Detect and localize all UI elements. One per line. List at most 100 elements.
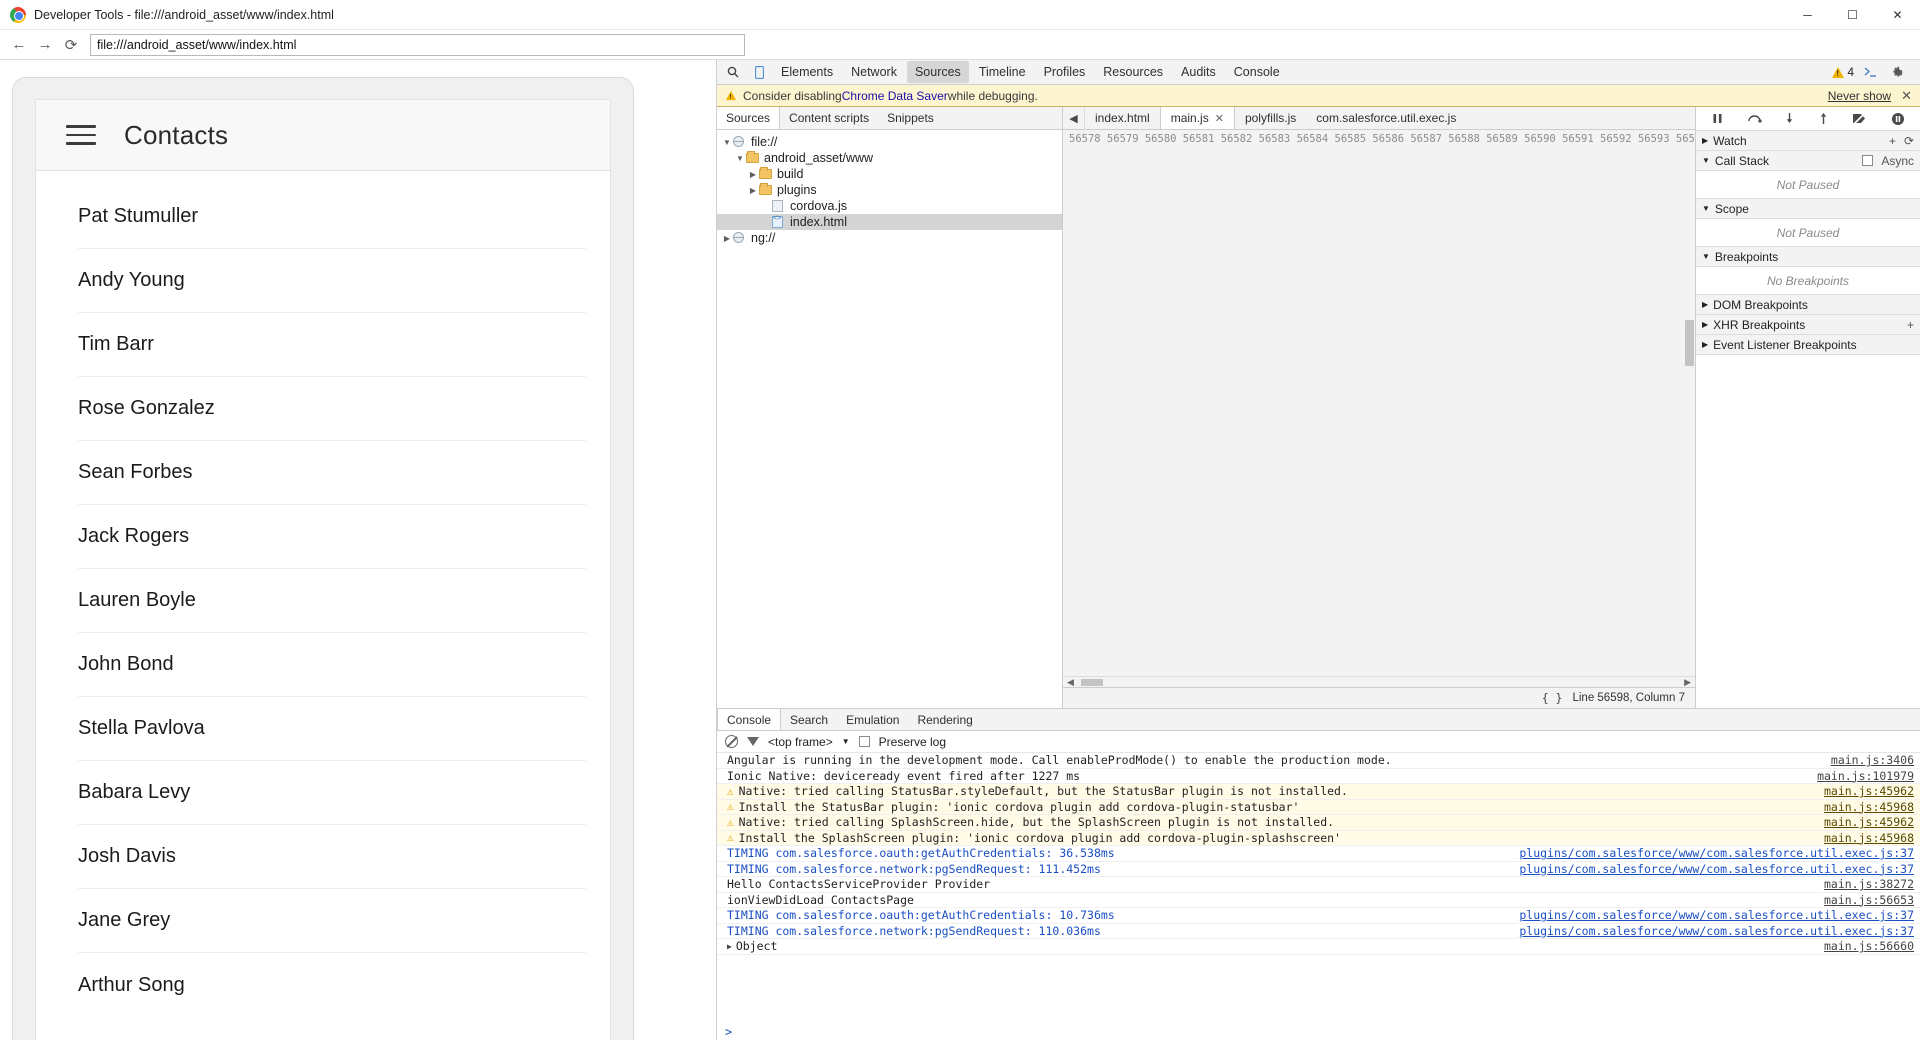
editor-vertical-scrollbar[interactable]	[1685, 320, 1694, 366]
console-message-row[interactable]: TIMING com.salesforce.network:pgSendRequ…	[717, 924, 1920, 939]
dom-breakpoints-section-header[interactable]: ▶ DOM Breakpoints	[1696, 295, 1920, 315]
contact-list-item[interactable]: Andy Young	[78, 249, 586, 313]
minimize-button[interactable]: ─	[1785, 0, 1830, 30]
add-watch-icon[interactable]: +	[1889, 134, 1896, 148]
console-message-row[interactable]: Hello ContactsServiceProvider Provider ma…	[717, 877, 1920, 893]
editor-tab-index-html[interactable]: index.html	[1085, 107, 1160, 129]
tab-sources[interactable]: Sources	[906, 61, 969, 83]
tree-expand-arrow-icon[interactable]: ▶	[747, 170, 759, 179]
drawer-tab-rendering[interactable]: Rendering	[908, 709, 981, 730]
file-tree-item[interactable]: ▶ build	[717, 166, 1062, 182]
drawer-tab-emulation[interactable]: Emulation	[837, 709, 908, 730]
pause-resume-icon[interactable]	[1711, 112, 1724, 125]
close-tab-icon[interactable]: ✕	[1215, 112, 1224, 125]
editor-tab-salesforce-exec-js[interactable]: com.salesforce.util.exec.js	[1306, 107, 1466, 129]
console-message-row[interactable]: TIMING com.salesforce.oauth:getAuthCrede…	[717, 908, 1920, 924]
add-xhr-breakpoint-icon[interactable]: +	[1907, 318, 1914, 332]
console-message-row[interactable]: Ionic Native: deviceready event fired af…	[717, 769, 1920, 784]
drawer-tab-console[interactable]: Console	[717, 709, 782, 730]
file-tree-item[interactable]: ▼ file://	[717, 134, 1062, 150]
navigator-tab-content-scripts[interactable]: Content scripts	[780, 107, 878, 129]
console-message-source-link[interactable]: plugins/com.salesforce/www/com.salesforc…	[1505, 908, 1914, 922]
toggle-drawer-icon[interactable]	[1858, 61, 1882, 83]
clear-console-icon[interactable]	[725, 735, 738, 748]
chrome-data-saver-link[interactable]: Chrome Data Saver	[842, 89, 948, 103]
console-message-source-link[interactable]: main.js:101979	[1803, 769, 1914, 783]
contact-list-item[interactable]: Babara Levy	[78, 761, 586, 825]
contact-list-item[interactable]: John Bond	[78, 633, 586, 697]
file-tree-item[interactable]: ▶ plugins	[717, 182, 1062, 198]
gear-icon[interactable]	[1886, 61, 1910, 83]
refresh-watch-icon[interactable]: ⟳	[1904, 134, 1914, 148]
call-stack-section-header[interactable]: ▼ Call Stack Async	[1696, 151, 1920, 171]
console-message-source-link[interactable]: plugins/com.salesforce/www/com.salesforc…	[1505, 924, 1914, 938]
pause-on-exceptions-icon[interactable]	[1891, 112, 1905, 126]
frame-selector-chevron-down-icon[interactable]: ▼	[842, 737, 850, 746]
hscroll-thumb[interactable]	[1081, 679, 1103, 686]
console-message-row[interactable]: ⚠ Native: tried calling SplashScreen.hide…	[717, 815, 1920, 831]
contact-list-item[interactable]: Sean Forbes	[78, 441, 586, 505]
contact-list-item[interactable]: Arthur Song	[78, 953, 586, 1017]
contact-list-item[interactable]: Stella Pavlova	[78, 697, 586, 761]
contact-list-item[interactable]: Jack Rogers	[78, 505, 586, 569]
drawer-tab-search[interactable]: Search	[781, 709, 837, 730]
scope-section-header[interactable]: ▼ Scope	[1696, 199, 1920, 219]
tree-expand-arrow-icon[interactable]: ▼	[721, 138, 733, 147]
file-tree-item[interactable]: ▶ ng://	[717, 230, 1062, 246]
tab-resources[interactable]: Resources	[1095, 61, 1171, 83]
console-message-row[interactable]: ⚠ Install the SplashScreen plugin: 'ionic…	[717, 830, 1920, 846]
contact-list-item[interactable]: Jane Grey	[78, 889, 586, 953]
reload-icon[interactable]: ⟳	[58, 33, 84, 57]
pretty-print-icon[interactable]: { }	[1542, 691, 1563, 705]
console-message-list[interactable]: Angular is running in the development mo…	[717, 753, 1920, 1023]
console-message-row[interactable]: ⚠ Native: tried calling StatusBar.styleDe…	[717, 784, 1920, 800]
console-message-source-link[interactable]: plugins/com.salesforce/www/com.salesforc…	[1505, 862, 1914, 876]
watch-section-header[interactable]: ▶ Watch + ⟳	[1696, 131, 1920, 151]
console-message-source-link[interactable]: main.js:45968	[1810, 800, 1914, 814]
address-bar-input[interactable]: file:///android_asset/www/index.html	[90, 33, 745, 56]
forward-icon[interactable]: →	[32, 33, 58, 57]
tree-expand-arrow-icon[interactable]: ▶	[747, 186, 759, 195]
breakpoints-section-header[interactable]: ▼ Breakpoints	[1696, 247, 1920, 267]
file-tree[interactable]: ▼ file:// ▼ android_asset/www ▶ build ▶ plugins…	[717, 130, 1062, 246]
console-message-source-link[interactable]: main.js:45962	[1810, 815, 1914, 829]
console-message-source-link[interactable]: main.js:45968	[1810, 831, 1914, 845]
console-message-source-link[interactable]: main.js:56653	[1810, 893, 1914, 907]
console-message-source-link[interactable]: main.js:38272	[1810, 877, 1914, 891]
back-icon[interactable]: ←	[6, 33, 32, 57]
device-toolbar-icon[interactable]	[747, 61, 771, 83]
console-message-row[interactable]: TIMING com.salesforce.oauth:getAuthCrede…	[717, 846, 1920, 862]
navigator-tab-sources[interactable]: Sources	[716, 107, 781, 129]
file-tree-item[interactable]: ▼ android_asset/www	[717, 150, 1062, 166]
contact-list[interactable]: Pat Stumuller Andy Young Tim Barr Rose Gonz…	[36, 171, 610, 1040]
console-message-row[interactable]: Angular is running in the development mo…	[717, 753, 1920, 769]
console-message-row[interactable]: ⚠ Install the StatusBar plugin: 'ionic co…	[717, 799, 1920, 815]
editor-tab-polyfills-js[interactable]: polyfills.js	[1235, 107, 1306, 129]
contact-list-item[interactable]: Tim Barr	[78, 313, 586, 377]
console-prompt[interactable]: >	[717, 1023, 1920, 1040]
navigator-tab-snippets[interactable]: Snippets	[878, 107, 943, 129]
scroll-left-icon[interactable]: ◀	[1067, 677, 1074, 688]
tab-network[interactable]: Network	[843, 61, 905, 83]
inspect-element-icon[interactable]	[721, 61, 745, 83]
console-message-row[interactable]: TIMING com.salesforce.network:pgSendRequ…	[717, 862, 1920, 877]
tab-profiles[interactable]: Profiles	[1036, 61, 1094, 83]
show-navigator-icon[interactable]: ◀	[1063, 107, 1085, 129]
xhr-breakpoints-section-header[interactable]: ▶ XHR Breakpoints +	[1696, 315, 1920, 335]
console-message-source-link[interactable]: main.js:3406	[1817, 753, 1914, 767]
step-into-icon[interactable]	[1784, 112, 1795, 125]
tree-expand-arrow-icon[interactable]: ▼	[734, 154, 746, 163]
tab-audits[interactable]: Audits	[1173, 61, 1224, 83]
scroll-right-icon[interactable]: ▶	[1684, 677, 1691, 688]
contact-list-item[interactable]: Pat Stumuller	[78, 185, 586, 249]
editor-horizontal-scrollbar[interactable]: ◀ ▶	[1063, 676, 1695, 687]
filter-icon[interactable]	[747, 737, 759, 746]
console-message-row[interactable]: ▶ Object main.js:56660	[717, 939, 1920, 955]
frame-selector[interactable]: <top frame>	[768, 735, 833, 749]
step-out-icon[interactable]	[1818, 112, 1829, 125]
file-tree-item[interactable]: ▶cordova.js	[717, 198, 1062, 214]
close-banner-icon[interactable]: ✕	[1901, 88, 1912, 104]
async-checkbox[interactable]	[1862, 155, 1874, 166]
console-message-source-link[interactable]: main.js:56660	[1810, 939, 1914, 953]
console-message-source-link[interactable]: main.js:45962	[1810, 784, 1914, 798]
